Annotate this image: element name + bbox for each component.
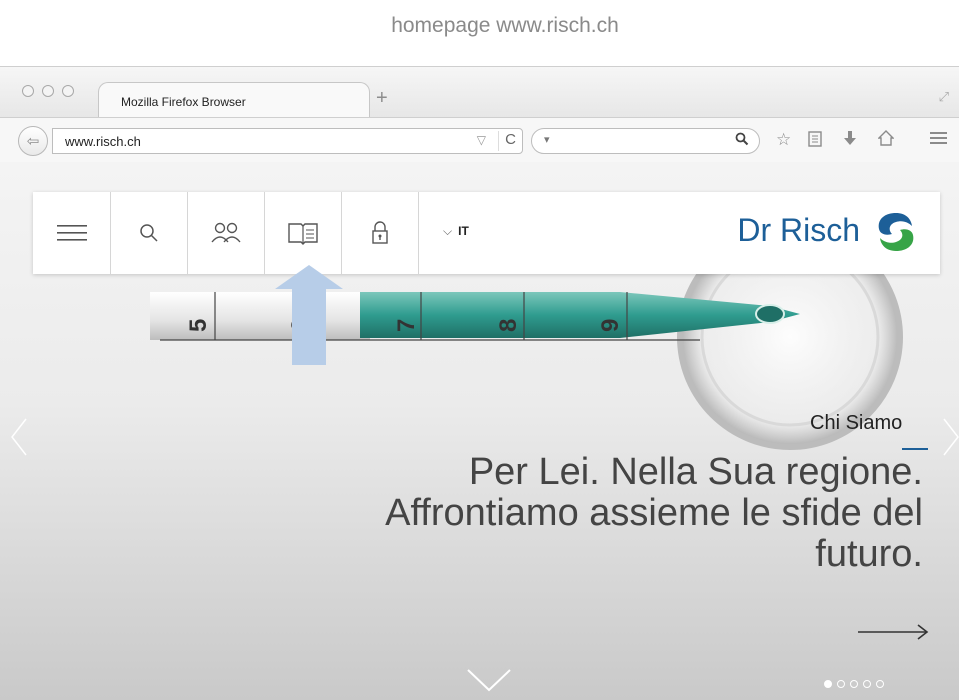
- slide-label-underline: [902, 448, 928, 450]
- minimize-window-button[interactable]: [42, 85, 54, 97]
- book-icon: [287, 223, 318, 245]
- annotation-arrow-head: [275, 265, 343, 289]
- headline-line-1: Per Lei. Nella Sua regione.: [468, 451, 923, 493]
- clipboard-icon[interactable]: [807, 130, 823, 152]
- navigation-toolbar: ⇦ www.risch.ch ▽ C ▾ ☆: [0, 117, 959, 163]
- download-icon[interactable]: [843, 130, 857, 152]
- home-icon[interactable]: [877, 130, 895, 151]
- search-icon[interactable]: [735, 132, 749, 149]
- search-bar[interactable]: ▾: [531, 128, 760, 154]
- book-button[interactable]: [264, 192, 342, 274]
- menu-icon[interactable]: [930, 130, 947, 150]
- login-button[interactable]: [341, 192, 419, 274]
- slide-pagination: [824, 680, 884, 688]
- url-history-dropdown-icon[interactable]: ▽: [477, 133, 486, 147]
- address-bar[interactable]: www.risch.ch ▽ C: [52, 128, 523, 154]
- page-caption: homepage www.risch.ch: [342, 4, 668, 48]
- svg-text:5: 5: [185, 319, 212, 332]
- star-icon[interactable]: ☆: [776, 130, 791, 150]
- svg-text:9: 9: [597, 319, 624, 332]
- search-engine-dropdown-icon[interactable]: ▾: [544, 133, 550, 146]
- headline-line-2: Affrontiamo assieme le sfide del: [385, 492, 923, 534]
- site-search-button[interactable]: [110, 192, 188, 274]
- headline-line-3: futuro.: [815, 533, 923, 575]
- slide-dot-5[interactable]: [876, 680, 884, 688]
- next-slide-chevron-icon[interactable]: [942, 417, 959, 457]
- slide-dot-4[interactable]: [863, 680, 871, 688]
- tab-title: Mozilla Firefox Browser: [121, 95, 246, 109]
- search-icon: [139, 224, 158, 242]
- reload-icon[interactable]: C: [498, 131, 516, 151]
- people-icon: [210, 222, 241, 243]
- language-label: IT: [458, 224, 469, 238]
- slide-label[interactable]: Chi Siamo: [810, 412, 902, 435]
- people-button[interactable]: [187, 192, 265, 274]
- chevron-down-icon: ⌵: [443, 224, 453, 238]
- browser-window: Mozilla Firefox Browser + ⤢ ⇦ www.risch.…: [0, 66, 959, 700]
- annotation-arrow: [292, 287, 326, 365]
- slide-dot-3[interactable]: [850, 680, 858, 688]
- browser-tab[interactable]: Mozilla Firefox Browser: [98, 82, 370, 119]
- page-content: 5 6 7 8 9 ⌵IT: [0, 162, 959, 700]
- back-arrow-icon: ⇦: [26, 133, 40, 150]
- zoom-window-button[interactable]: [62, 85, 74, 97]
- hamburger-menu-button[interactable]: [33, 192, 111, 274]
- slide-dot-2[interactable]: [837, 680, 845, 688]
- scroll-down-chevron-icon[interactable]: [466, 667, 512, 693]
- title-bar: Mozilla Firefox Browser + ⤢: [0, 67, 959, 119]
- next-slide-arrow-icon[interactable]: [858, 622, 930, 642]
- svg-text:8: 8: [495, 319, 522, 332]
- brand-name[interactable]: Dr Risch: [737, 212, 860, 249]
- hamburger-menu-icon: [56, 225, 87, 241]
- site-header: ⌵ IT Dr Risch: [33, 192, 940, 274]
- previous-slide-chevron-icon[interactable]: [10, 417, 28, 457]
- new-tab-button[interactable]: +: [376, 87, 388, 110]
- back-button[interactable]: ⇦: [18, 126, 48, 156]
- lock-icon: [371, 221, 388, 244]
- hero-headline: Per Lei. Nella Sua regione. Affrontiamo …: [223, 452, 923, 575]
- svg-text:7: 7: [393, 319, 420, 332]
- fullscreen-icon[interactable]: ⤢: [939, 89, 949, 105]
- slide-dot-1[interactable]: [824, 680, 832, 688]
- language-selector[interactable]: ⌵ IT: [443, 224, 469, 239]
- dr-risch-logo[interactable]: [874, 210, 918, 254]
- url-text: www.risch.ch: [65, 134, 141, 149]
- close-window-button[interactable]: [22, 85, 34, 97]
